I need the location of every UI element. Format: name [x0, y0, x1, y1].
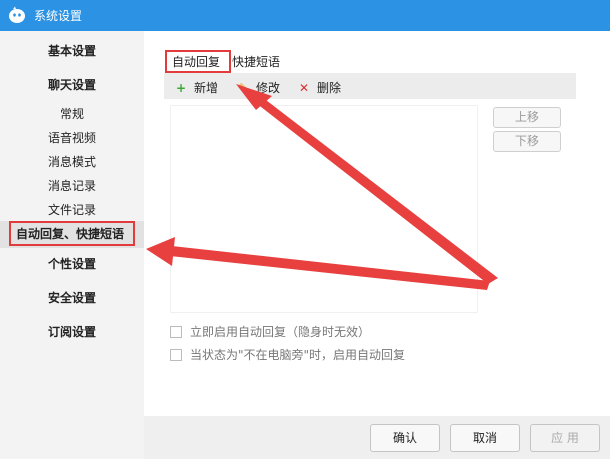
highlight-box-tab — [165, 50, 231, 73]
delete-button[interactable]: ✕ 删除 — [297, 79, 341, 96]
sidebar-item-chat[interactable]: 聊天设置 — [0, 76, 144, 93]
window-title: 系统设置 — [34, 9, 83, 23]
ok-button[interactable]: 确认 — [370, 424, 440, 452]
option-enable-now[interactable]: 立即启用自动回复（隐身时无效） — [170, 323, 370, 340]
plus-icon: + — [175, 81, 187, 95]
cancel-button[interactable]: 取消 — [450, 424, 520, 452]
sidebar-item-general[interactable]: 常规 — [0, 105, 144, 122]
delete-label: 删除 — [317, 81, 342, 95]
sidebar-item-personalize[interactable]: 个性设置 — [0, 255, 144, 272]
when-away-label: 当状态为"不在电脑旁"时，启用自动回复 — [190, 348, 406, 362]
sidebar-item-file-history[interactable]: 文件记录 — [0, 201, 144, 218]
move-up-button[interactable]: 上移 — [493, 107, 561, 128]
title-bar: 系统设置 — [0, 0, 610, 31]
sidebar-item-basic[interactable]: 基本设置 — [0, 42, 144, 59]
sidebar-item-message-mode[interactable]: 消息模式 — [0, 153, 144, 170]
add-label: 新增 — [194, 81, 219, 95]
sidebar-item-voice-video[interactable]: 语音视频 — [0, 129, 144, 146]
enable-now-checkbox[interactable] — [170, 326, 182, 338]
edit-button[interactable]: ✎ 修改 — [236, 79, 280, 96]
sidebar-item-message-history[interactable]: 消息记录 — [0, 177, 144, 194]
tab-quick-phrases[interactable]: 快捷短语 — [232, 53, 280, 70]
option-when-away[interactable]: 当状态为"不在电脑旁"时，启用自动回复 — [170, 346, 405, 363]
reply-toolbar — [164, 73, 576, 99]
move-down-button[interactable]: 下移 — [493, 131, 561, 152]
pencil-icon: ✎ — [237, 81, 249, 95]
sidebar-item-subscribe[interactable]: 订阅设置 — [0, 323, 144, 340]
app-logo-icon — [9, 6, 25, 23]
edit-label: 修改 — [256, 81, 281, 95]
highlight-box-sidebar — [9, 221, 135, 246]
enable-now-label: 立即启用自动回复（隐身时无效） — [190, 325, 371, 339]
apply-button[interactable]: 应 用 — [530, 424, 600, 452]
when-away-checkbox[interactable] — [170, 349, 182, 361]
cross-icon: ✕ — [298, 81, 310, 95]
sidebar-item-security[interactable]: 安全设置 — [0, 289, 144, 306]
reply-list[interactable] — [170, 105, 478, 313]
add-button[interactable]: + 新增 — [174, 79, 218, 96]
